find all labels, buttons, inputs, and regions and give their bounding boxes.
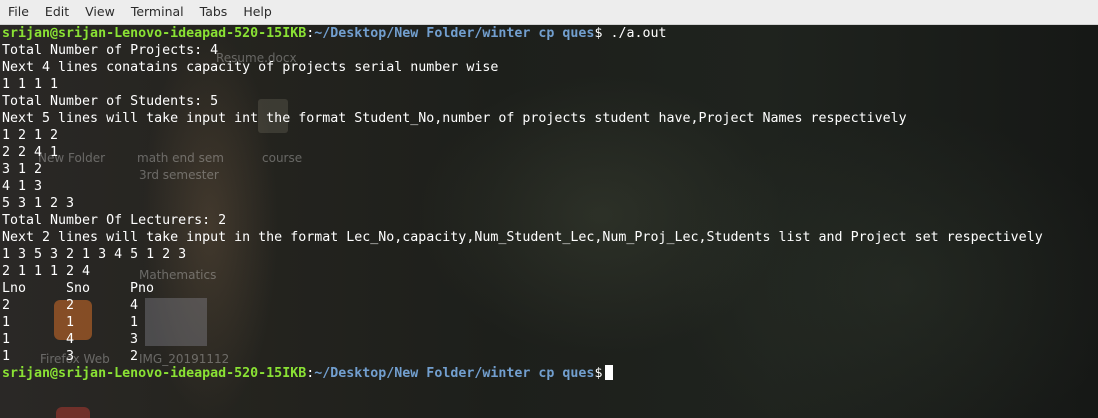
prompt-user: srijan@srijan-Lenovo-ideapad-520-15IKB	[2, 26, 307, 41]
terminal-window[interactable]: Resume.docx New Folder math end sem cour…	[0, 25, 1098, 418]
output-line: 4 1 3	[2, 179, 43, 194]
terminal-output: srijan@srijan-Lenovo-ideapad-520-15IKB:~…	[2, 25, 1043, 382]
output-line: 2 1 1 1 2 4	[2, 264, 91, 279]
chrome-ghost-icon	[56, 407, 90, 418]
output-line: 3 1 2	[2, 162, 43, 177]
menu-help[interactable]: Help	[235, 0, 280, 24]
output-line: Next 5 lines will take input int the for…	[2, 111, 907, 126]
table-row: 2 2 4	[2, 297, 1043, 314]
menu-bar: File Edit View Terminal Tabs Help	[0, 0, 1098, 25]
table-cell: 4	[130, 298, 139, 313]
table-cell: 4	[66, 332, 75, 347]
table-cell: 3	[130, 332, 139, 347]
menu-terminal[interactable]: Terminal	[123, 0, 192, 24]
output-line: Total Number Of Lecturers: 2	[2, 213, 227, 228]
prompt-user: srijan@srijan-Lenovo-ideapad-520-15IKB	[2, 366, 307, 381]
table-cell: 2	[2, 298, 11, 313]
table-cell: 1	[2, 332, 11, 347]
table-row: 1 1 1	[2, 314, 1043, 331]
output-line: 1 3 5 3 2 1 3 4 5 1 2 3	[2, 247, 187, 262]
table-header-sno: Sno	[66, 281, 91, 296]
table-header-row: Lno Sno Pno	[2, 280, 1043, 297]
prompt-line: srijan@srijan-Lenovo-ideapad-520-15IKB:~…	[2, 26, 667, 41]
output-line: 1 2 1 2	[2, 128, 59, 143]
table-cell: 2	[66, 298, 75, 313]
table-cell: 1	[2, 349, 11, 364]
table-cell: 2	[130, 349, 139, 364]
output-line: 1 1 1 1	[2, 77, 59, 92]
table-cell: 1	[66, 315, 75, 330]
prompt-path: ~/Desktop/New Folder/winter cp ques	[314, 366, 595, 381]
command-text: ./a.out	[610, 26, 667, 41]
table-row: 1 3 2	[2, 348, 1043, 365]
output-line: Next 4 lines conatains capacity of proje…	[2, 60, 499, 75]
menu-view[interactable]: View	[77, 0, 123, 24]
output-line: Total Number of Projects: 4	[2, 43, 219, 58]
table-row: 1 4 3	[2, 331, 1043, 348]
prompt-path: ~/Desktop/New Folder/winter cp ques	[314, 26, 595, 41]
table-cell: 1	[130, 315, 139, 330]
prompt-line: srijan@srijan-Lenovo-ideapad-520-15IKB:~…	[2, 365, 1043, 382]
menu-tabs[interactable]: Tabs	[192, 0, 236, 24]
table-cell: 3	[66, 349, 75, 364]
text-cursor[interactable]	[605, 365, 614, 380]
output-line: 5 3 1 2 3	[2, 196, 75, 211]
output-line: Total Number of Students: 5	[2, 94, 219, 109]
table-header-pno: Pno	[130, 281, 155, 296]
table-header-lno: Lno	[2, 281, 27, 296]
menu-edit[interactable]: Edit	[37, 0, 77, 24]
menu-file[interactable]: File	[0, 0, 37, 24]
table-cell: 1	[2, 315, 11, 330]
output-line: Next 2 lines will take input in the form…	[2, 230, 1043, 245]
output-line: 2 2 4 1	[2, 145, 59, 160]
